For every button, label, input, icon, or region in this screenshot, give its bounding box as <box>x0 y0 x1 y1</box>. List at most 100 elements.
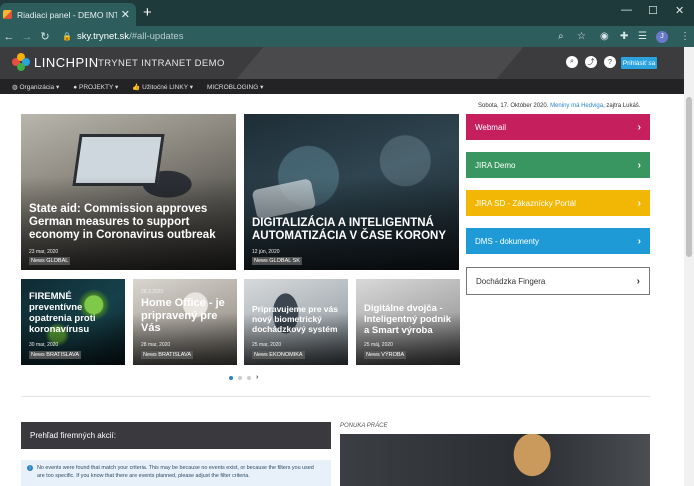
news-card-big[interactable]: State aid: Commission approves German me… <box>21 114 236 270</box>
jobs-image[interactable] <box>340 434 650 486</box>
lock-icon: 🔒 <box>62 32 72 41</box>
news-top-date: 28.3.2020 <box>141 289 164 295</box>
header-decoration <box>236 47 524 79</box>
page-scrollbar[interactable] <box>684 47 694 486</box>
browser-menu-icon[interactable]: ⋮ <box>680 26 690 47</box>
header-icons: ⌕ ⤴ ? <box>566 56 623 68</box>
reload-icon[interactable]: ↻ <box>36 30 54 43</box>
news-headline: Pripravujeme pre vás nový biometrický do… <box>252 304 338 334</box>
site-name: TRYNET INTRANET DEMO <box>98 58 225 69</box>
help-icon[interactable]: ? <box>604 56 616 68</box>
news-date: 30 mar, 2020 <box>29 342 59 348</box>
menu-projekty[interactable]: ● PROJEKTY ▾ <box>73 83 118 91</box>
tile-dochadzka[interactable]: Dochádzka Fingera › <box>466 267 650 295</box>
carousel-pager: › <box>229 374 258 381</box>
url-host: sky.trynet.sk <box>76 31 130 42</box>
news-card-small[interactable]: 28.3.2020 Home Office - je pripravený pr… <box>133 279 237 365</box>
chevron-right-icon: › <box>637 159 641 171</box>
section-divider <box>21 396 650 397</box>
menu-label: PROJEKTY ▾ <box>78 83 119 91</box>
tile-label: DMS - dokumenty <box>475 236 540 246</box>
carousel-dot[interactable] <box>229 375 233 380</box>
forward-icon[interactable]: → <box>18 31 36 43</box>
tile-jira-sd[interactable]: JIRA SD - Zákaznícky Portál › <box>466 190 650 216</box>
bookmark-star-icon[interactable]: ☆ <box>577 26 586 47</box>
news-tag[interactable]: News BRATISLAVA <box>141 351 193 359</box>
chevron-right-icon: › <box>637 235 641 247</box>
puzzle-icon[interactable]: ✚ <box>620 26 628 47</box>
jobs-photo <box>340 434 650 486</box>
brand-name: LINCHPIN <box>34 54 99 70</box>
menu-uzitocne-linky[interactable]: 👍 Užitočné LINKY ▾ <box>132 83 193 91</box>
nameday-suffix: , zajtra Lukáš. <box>603 103 641 109</box>
login-button[interactable]: Prihlásiť sa <box>621 57 657 69</box>
tile-dms[interactable]: DMS - dokumenty › <box>466 228 650 254</box>
profile-avatar[interactable]: J <box>656 30 668 43</box>
back-icon[interactable]: ← <box>0 31 18 43</box>
menu-organizacia[interactable]: ◍ Organizácia ▾ <box>12 83 59 91</box>
tile-webmail[interactable]: Webmail › <box>466 114 650 140</box>
carousel-dot[interactable] <box>247 375 251 380</box>
menu-label: Organizácia ▾ <box>19 83 60 91</box>
tab-close-icon[interactable]: ✕ <box>121 8 130 21</box>
browser-tab[interactable]: Riadiaci panel - DEMO INTRANET ✕ <box>0 3 136 26</box>
news-date: 25 mar, 2020 <box>252 342 282 348</box>
jobs-label: PONUKA PRÁCE <box>340 423 388 429</box>
news-card-small[interactable]: Pripravujeme pre vás nový biometrický do… <box>244 279 348 365</box>
menu-label: MICROBLOGING ▾ <box>207 83 264 91</box>
browser-tab-bar: Riadiaci panel - DEMO INTRANET ✕ + — ☐ ✕ <box>0 0 694 26</box>
link-icon[interactable]: ⤴ <box>585 56 597 68</box>
chevron-right-icon: › <box>637 197 641 209</box>
minimize-icon[interactable]: — <box>621 4 632 16</box>
news-tag[interactable]: News EKONOMIKA <box>252 351 305 359</box>
tile-label: JIRA Demo <box>475 160 516 170</box>
scrollbar-thumb[interactable] <box>686 97 692 257</box>
events-notice: i No events were found that match your c… <box>21 460 331 486</box>
events-heading: Prehľad firemných akcií: <box>21 422 331 449</box>
zoom-icon[interactable]: ⌕ <box>558 26 564 47</box>
menu-microbloging[interactable]: MICROBLOGING ▾ <box>207 83 263 91</box>
news-tag[interactable]: News GLOBAL SK <box>252 257 302 265</box>
window-close-icon[interactable]: ✕ <box>675 4 684 17</box>
reading-list-icon[interactable]: ☰ <box>638 26 647 47</box>
tile-label: Dochádzka Fingera <box>476 276 546 286</box>
news-tag[interactable]: News GLOBAL <box>29 257 71 265</box>
carousel-next-icon[interactable]: › <box>256 374 258 381</box>
search-icon[interactable]: ⌕ <box>566 56 578 68</box>
maximize-icon[interactable]: ☐ <box>648 4 658 17</box>
news-date: 28 mar, 2020 <box>141 342 171 348</box>
news-tag[interactable]: News VÝROBA <box>364 351 407 359</box>
news-headline: DIGITALIZÁCIA A INTELIGENTNÁ AUTOMATIZÁC… <box>252 217 447 243</box>
tile-label: Webmail <box>475 122 506 132</box>
menu-label: Užitočné LINKY ▾ <box>142 83 193 91</box>
linchpin-logo-icon <box>12 53 30 71</box>
chevron-right-icon: › <box>637 121 641 133</box>
new-tab-icon[interactable]: + <box>143 5 152 20</box>
news-date: 25 máj, 2020 <box>364 342 393 348</box>
news-card-big[interactable]: DIGITALIZÁCIA A INTELIGENTNÁ AUTOMATIZÁC… <box>244 114 459 270</box>
news-date: 23 mar, 2020 <box>29 249 59 255</box>
nameday-link[interactable]: Meniny má Hedviga <box>550 103 603 109</box>
news-card-small[interactable]: FIREMNÉ preventívne opatrenia proti koro… <box>21 279 125 365</box>
url-field[interactable]: 🔒 sky.trynet.sk /#all-updates <box>62 31 183 42</box>
news-headline: Digitálne dvojča - Inteligentný podnik a… <box>364 303 452 336</box>
notice-text: No events were found that match your cri… <box>37 465 314 479</box>
address-bar: ← → ↻ 🔒 sky.trynet.sk /#all-updates ⌕ ☆ … <box>0 26 694 47</box>
carousel-dot[interactable] <box>238 375 242 380</box>
news-card-small[interactable]: Digitálne dvojča - Inteligentný podnik a… <box>356 279 460 365</box>
news-date: 12 jún, 2020 <box>252 249 280 255</box>
tile-label: JIRA SD - Zákaznícky Portál <box>475 198 576 208</box>
date-line: Sobota, 17. Október 2020. Meniny má Hedv… <box>478 103 640 109</box>
tab-title: Riadiaci panel - DEMO INTRANET <box>17 9 117 20</box>
url-path: /#all-updates <box>129 31 184 42</box>
chevron-right-icon: › <box>636 275 640 287</box>
site-logo[interactable]: LINCHPIN <box>12 53 99 71</box>
news-headline: FIREMNÉ preventívne opatrenia proti koro… <box>29 291 96 335</box>
tile-jira-demo[interactable]: JIRA Demo › <box>466 152 650 178</box>
extension-icon[interactable]: ◉ <box>600 26 609 47</box>
info-icon: i <box>27 465 33 471</box>
site-header: LINCHPIN TRYNET INTRANET DEMO ⌕ ⤴ ? Prih… <box>0 47 684 79</box>
news-tag[interactable]: News BRATISLAVA <box>29 351 81 359</box>
news-headline: State aid: Commission approves German me… <box>29 203 216 242</box>
site-favicon-icon <box>3 10 12 19</box>
